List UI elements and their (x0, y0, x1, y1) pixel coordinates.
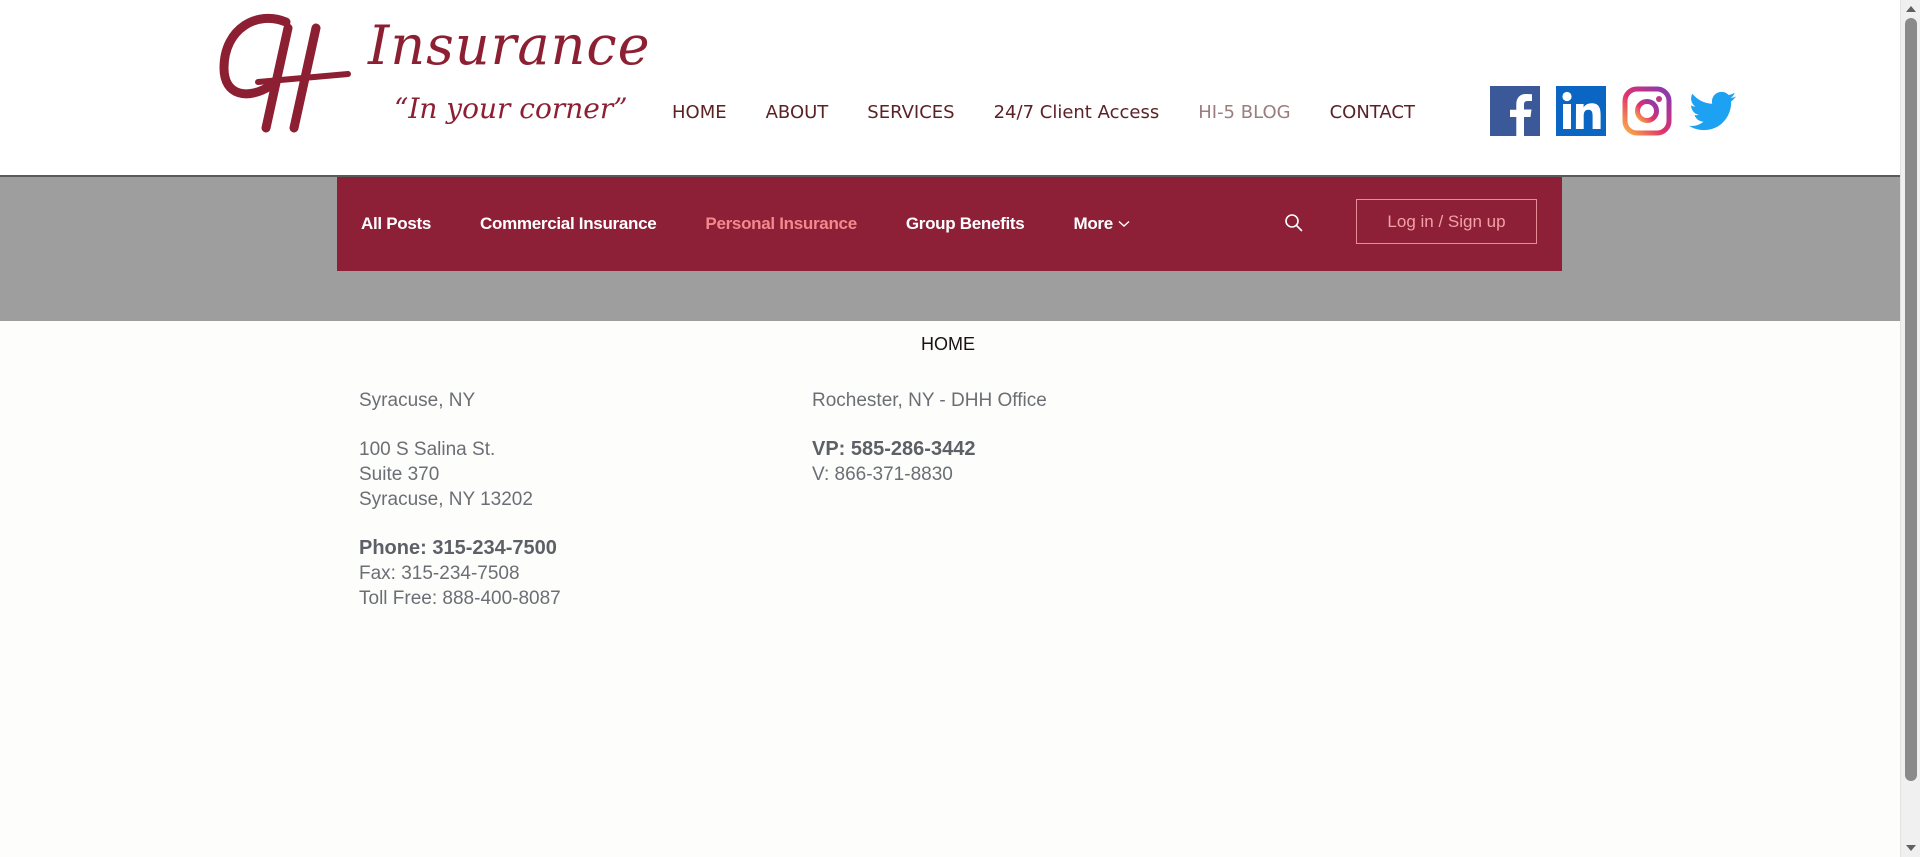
facebook-icon[interactable] (1490, 86, 1540, 136)
social-links (1490, 86, 1738, 136)
rochester-title: Rochester, NY - DHH Office (812, 390, 1047, 411)
blog-category-all-posts[interactable]: All Posts (361, 214, 431, 234)
scroll-down-arrow-icon[interactable] (1906, 845, 1916, 851)
linkedin-icon[interactable] (1556, 86, 1606, 136)
blog-menu-bar: All Posts Commercial Insurance Personal … (337, 177, 1562, 271)
blog-category-group-benefits[interactable]: Group Benefits (906, 214, 1025, 234)
blog-more-label: More (1073, 214, 1113, 233)
instagram-icon[interactable] (1622, 86, 1672, 136)
blog-categories: All Posts Commercial Insurance Personal … (361, 177, 1179, 271)
logo-tagline: “In your corner” (394, 92, 628, 125)
syracuse-office: Syracuse, NY 100 S Salina St. Suite 370 … (359, 388, 561, 611)
nav-home[interactable]: HOME (672, 102, 727, 123)
blog-header-band: All Posts Commercial Insurance Personal … (0, 177, 1900, 321)
twitter-icon[interactable] (1688, 86, 1738, 136)
nav-contact[interactable]: CONTACT (1330, 102, 1415, 123)
syracuse-address-line-2: Suite 370 (359, 464, 440, 485)
rochester-vp-phone[interactable]: VP: 585-286-3442 (812, 437, 1047, 462)
main-nav: HOME ABOUT SERVICES 24/7 Client Access H… (672, 96, 1415, 128)
scroll-thumb[interactable] (1905, 18, 1917, 781)
syracuse-fax: Fax: 315-234-7508 (359, 563, 520, 584)
nav-hi5-blog[interactable]: HI-5 BLOG (1198, 102, 1290, 123)
site-logo[interactable]: Insurance “In your corner” (218, 8, 658, 148)
chevron-down-icon (1118, 220, 1130, 227)
syracuse-toll-free[interactable]: Toll Free: 888-400-8087 (359, 586, 561, 611)
syracuse-title: Syracuse, NY (359, 390, 476, 411)
nav-about[interactable]: ABOUT (766, 102, 829, 123)
home-link[interactable]: HOME (921, 334, 975, 355)
blog-category-commercial[interactable]: Commercial Insurance (480, 214, 657, 234)
search-icon[interactable] (1284, 213, 1304, 233)
syracuse-address-line-1: 100 S Salina St. (359, 439, 496, 460)
nav-services[interactable]: SERVICES (867, 102, 954, 123)
rochester-office: Rochester, NY - DHH Office VP: 585-286-3… (812, 388, 1047, 487)
site-header: Insurance “In your corner” HOME ABOUT SE… (0, 0, 1900, 177)
ch-monogram (219, 13, 351, 133)
syracuse-phone[interactable]: Phone: 315-234-7500 (359, 536, 561, 561)
nav-client-access[interactable]: 24/7 Client Access (994, 102, 1160, 123)
logo-name: Insurance (368, 14, 651, 77)
login-signup-button[interactable]: Log in / Sign up (1356, 199, 1537, 244)
page-scrollbar[interactable] (1900, 0, 1920, 857)
syracuse-address-line-3: Syracuse, NY 13202 (359, 489, 533, 510)
scroll-up-arrow-icon[interactable] (1906, 6, 1916, 12)
rochester-v-phone[interactable]: V: 866-371-8830 (812, 462, 1047, 487)
blog-category-personal[interactable]: Personal Insurance (705, 214, 857, 234)
blog-more-dropdown[interactable]: More (1073, 214, 1130, 234)
